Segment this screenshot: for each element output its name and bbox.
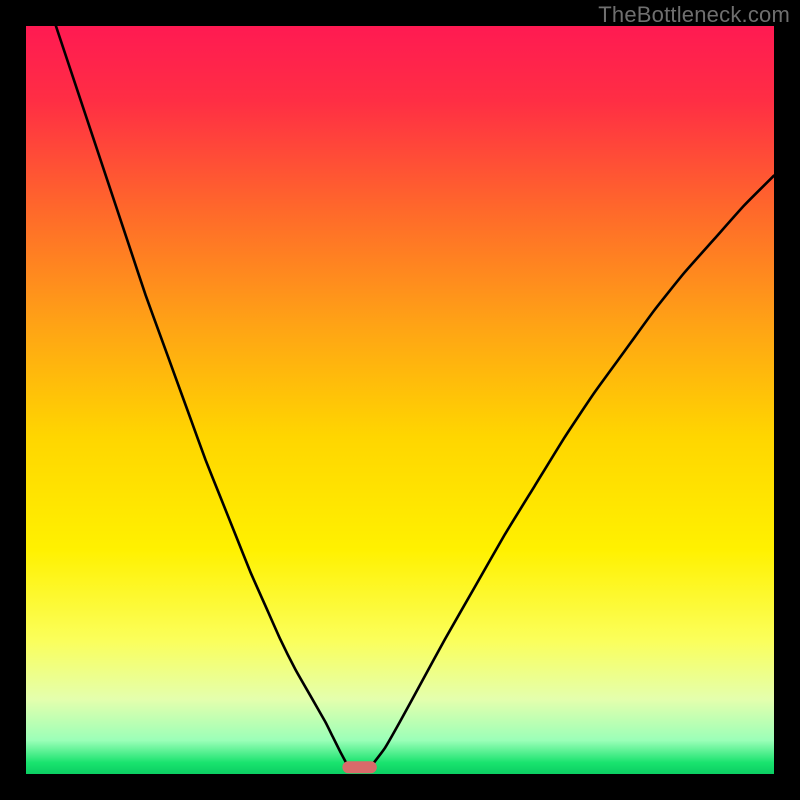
gradient-background xyxy=(26,26,774,774)
chart-frame: TheBottleneck.com xyxy=(0,0,800,800)
watermark-text: TheBottleneck.com xyxy=(598,2,790,28)
chart-svg xyxy=(26,26,774,774)
min-marker xyxy=(342,761,376,773)
plot-area xyxy=(26,26,774,774)
